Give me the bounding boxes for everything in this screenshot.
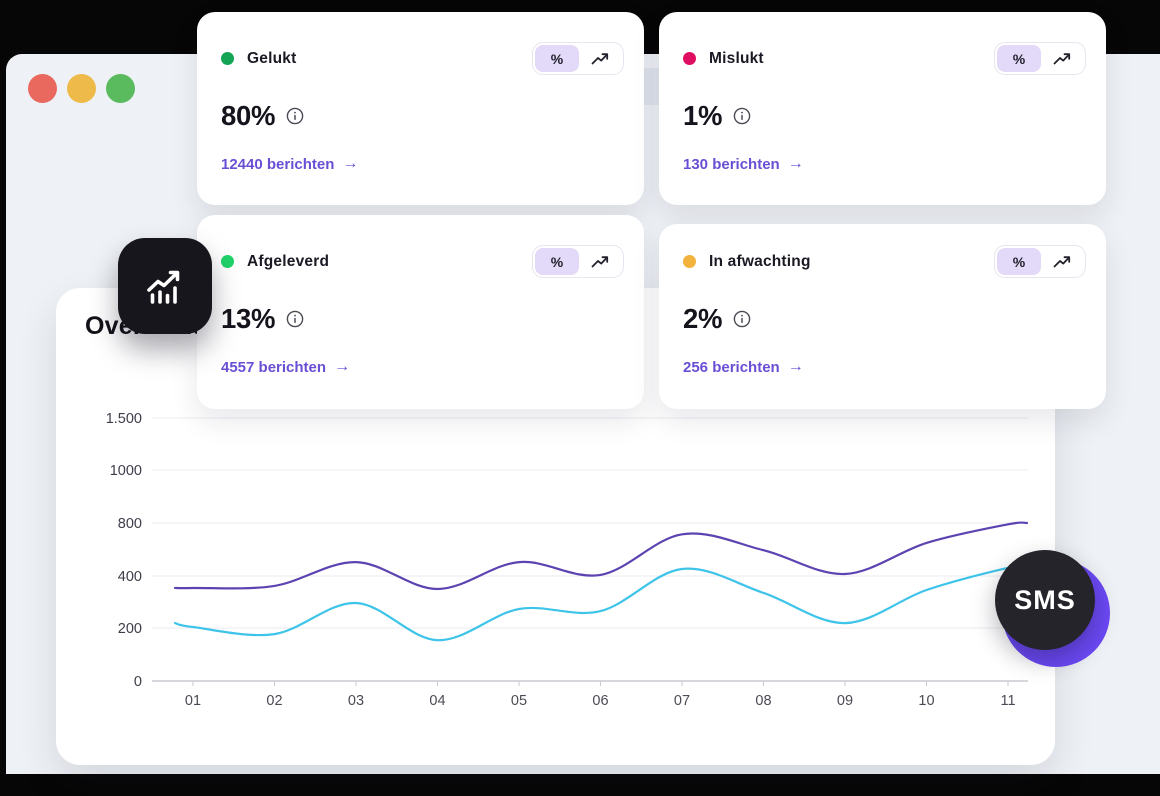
arrow-right-icon: → (788, 358, 804, 376)
view-toggle: % (994, 42, 1086, 75)
svg-text:08: 08 (755, 693, 771, 709)
stat-label: Afgeleverd (247, 253, 329, 271)
stat-value: 2% (683, 303, 722, 335)
window-controls (28, 74, 135, 103)
stat-card-gelukt: Gelukt % 80% 12440 berichten → (197, 12, 644, 205)
svg-text:200: 200 (118, 621, 142, 637)
sms-badge-circle: SMS (995, 550, 1095, 650)
stat-value: 80% (221, 100, 275, 132)
status-dot (683, 255, 696, 268)
view-toggle: % (532, 245, 624, 278)
berichten-link-label: 256 berichten (683, 359, 780, 376)
svg-text:800: 800 (118, 516, 142, 532)
stat-card-afgeleverd: Afgeleverd % 13% 4557 berichten → (197, 215, 644, 409)
svg-text:07: 07 (674, 693, 690, 709)
svg-text:06: 06 (592, 693, 608, 709)
view-toggle: % (532, 42, 624, 75)
purple-line (175, 522, 1027, 589)
percent-toggle-button[interactable]: % (997, 45, 1041, 72)
stat-label: Mislukt (709, 50, 764, 68)
berichten-link[interactable]: 12440 berichten → (221, 155, 358, 173)
percent-toggle-button[interactable]: % (535, 248, 579, 275)
view-toggle: % (994, 245, 1086, 278)
trend-toggle-button[interactable] (1041, 45, 1083, 72)
close-button[interactable] (28, 74, 57, 103)
info-icon[interactable] (733, 310, 751, 328)
status-dot (683, 52, 696, 65)
sms-badge-label: SMS (1014, 585, 1076, 616)
info-icon[interactable] (286, 107, 304, 125)
info-icon[interactable] (733, 107, 751, 125)
berichten-link[interactable]: 4557 berichten → (221, 358, 350, 376)
trending-up-icon (591, 254, 609, 269)
svg-text:09: 09 (837, 693, 853, 709)
zoom-button[interactable] (106, 74, 135, 103)
svg-text:03: 03 (348, 693, 364, 709)
berichten-link-label: 4557 berichten (221, 359, 326, 376)
status-dot (221, 52, 234, 65)
svg-text:02: 02 (266, 693, 282, 709)
percent-toggle-button[interactable]: % (535, 45, 579, 72)
sms-badge: SMS (995, 550, 1111, 670)
svg-text:1.500: 1.500 (106, 411, 142, 427)
info-icon[interactable] (286, 310, 304, 328)
svg-text:11: 11 (1000, 693, 1015, 709)
trend-toggle-button[interactable] (579, 45, 621, 72)
status-dot (221, 255, 234, 268)
arrow-right-icon: → (334, 358, 350, 376)
berichten-link-label: 130 berichten (683, 156, 780, 173)
svg-text:10: 10 (918, 693, 934, 709)
svg-text:0: 0 (134, 674, 142, 690)
minimize-button[interactable] (67, 74, 96, 103)
chart-app-icon (118, 238, 212, 334)
berichten-link-label: 12440 berichten (221, 156, 334, 173)
stat-value: 1% (683, 100, 722, 132)
trending-chart-icon (141, 262, 189, 310)
arrow-right-icon: → (342, 155, 358, 173)
svg-text:1000: 1000 (110, 463, 142, 479)
stat-value: 13% (221, 303, 275, 335)
trending-up-icon (1053, 51, 1071, 66)
trending-up-icon (591, 51, 609, 66)
arrow-right-icon: → (788, 155, 804, 173)
stat-card-mislukt: Mislukt % 1% 130 berichten → (659, 12, 1106, 205)
berichten-link[interactable]: 256 berichten → (683, 358, 804, 376)
svg-text:400: 400 (118, 569, 142, 585)
stat-label: In afwachting (709, 253, 811, 271)
svg-text:05: 05 (511, 693, 527, 709)
stat-label: Gelukt (247, 50, 296, 68)
trend-toggle-button[interactable] (579, 248, 621, 275)
stat-card-in-afwachting: In afwachting % 2% 256 berichten → (659, 224, 1106, 409)
berichten-link[interactable]: 130 berichten → (683, 155, 804, 173)
trending-up-icon (1053, 254, 1071, 269)
trend-toggle-button[interactable] (1041, 248, 1083, 275)
percent-toggle-button[interactable]: % (997, 248, 1041, 275)
svg-text:01: 01 (185, 693, 201, 709)
svg-text:04: 04 (429, 693, 445, 709)
